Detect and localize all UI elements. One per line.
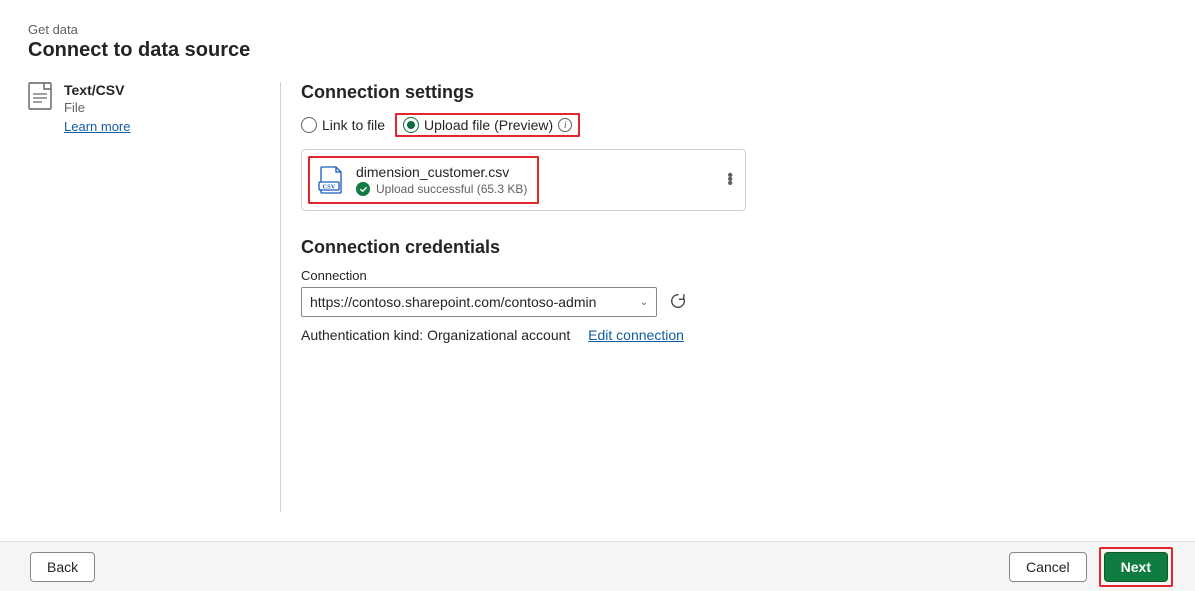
- uploaded-file-card: CSV dimension_customer.csv Upload succes…: [301, 149, 746, 211]
- connection-field-label: Connection: [301, 268, 1151, 283]
- svg-text:CSV: CSV: [322, 184, 335, 191]
- highlight-next-button: Next: [1099, 547, 1173, 587]
- connection-select-value: https://contoso.sharepoint.com/contoso-a…: [310, 294, 596, 310]
- highlight-uploaded-file: CSV dimension_customer.csv Upload succes…: [308, 156, 539, 204]
- chevron-down-icon: ⌄: [640, 297, 648, 308]
- radio-icon: [403, 117, 419, 133]
- info-icon[interactable]: i: [558, 118, 572, 132]
- authentication-row: Authentication kind: Organizational acco…: [301, 327, 1151, 343]
- radio-link-to-file[interactable]: Link to file: [301, 117, 385, 133]
- page-title: Connect to data source: [28, 39, 1195, 62]
- next-button[interactable]: Next: [1104, 552, 1168, 582]
- radio-icon: [301, 117, 317, 133]
- footer-bar: Back Cancel Next: [0, 541, 1195, 591]
- success-check-icon: [356, 182, 370, 196]
- learn-more-link[interactable]: Learn more: [64, 119, 130, 134]
- breadcrumb: Get data: [28, 22, 1195, 37]
- connection-credentials-title: Connection credentials: [301, 237, 1151, 258]
- document-icon: [28, 82, 52, 110]
- radio-upload-label: Upload file (Preview): [424, 117, 553, 133]
- source-name: Text/CSV: [64, 82, 130, 98]
- connection-select[interactable]: https://contoso.sharepoint.com/contoso-a…: [301, 287, 657, 317]
- csv-file-icon: CSV: [318, 165, 344, 195]
- back-button[interactable]: Back: [30, 552, 95, 582]
- radio-upload-file[interactable]: Upload file (Preview) i: [403, 117, 572, 133]
- source-summary: Text/CSV File Learn more: [28, 82, 280, 512]
- more-options-icon[interactable]: •••: [727, 174, 733, 186]
- source-subtitle: File: [64, 100, 130, 115]
- radio-link-label: Link to file: [322, 117, 385, 133]
- highlight-upload-option: Upload file (Preview) i: [395, 113, 580, 137]
- connection-settings-title: Connection settings: [301, 82, 1151, 103]
- uploaded-file-name: dimension_customer.csv: [356, 164, 527, 180]
- cancel-button[interactable]: Cancel: [1009, 552, 1087, 582]
- refresh-icon[interactable]: [669, 292, 687, 313]
- authentication-kind-text: Authentication kind: Organizational acco…: [301, 327, 570, 343]
- uploaded-file-status: Upload successful (65.3 KB): [376, 182, 527, 196]
- edit-connection-link[interactable]: Edit connection: [588, 327, 684, 343]
